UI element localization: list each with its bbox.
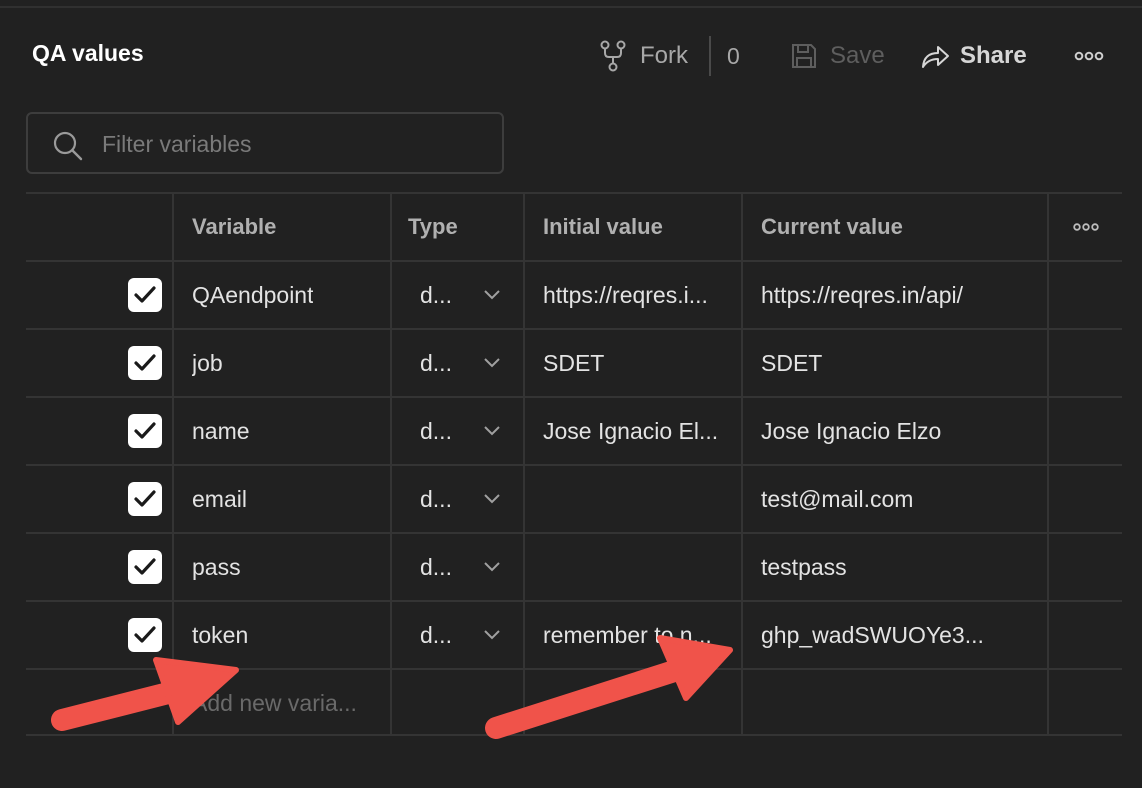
annotation-arrows xyxy=(51,635,733,739)
arrow-annotation-right xyxy=(485,635,733,739)
arrow-annotation-left xyxy=(51,657,239,731)
